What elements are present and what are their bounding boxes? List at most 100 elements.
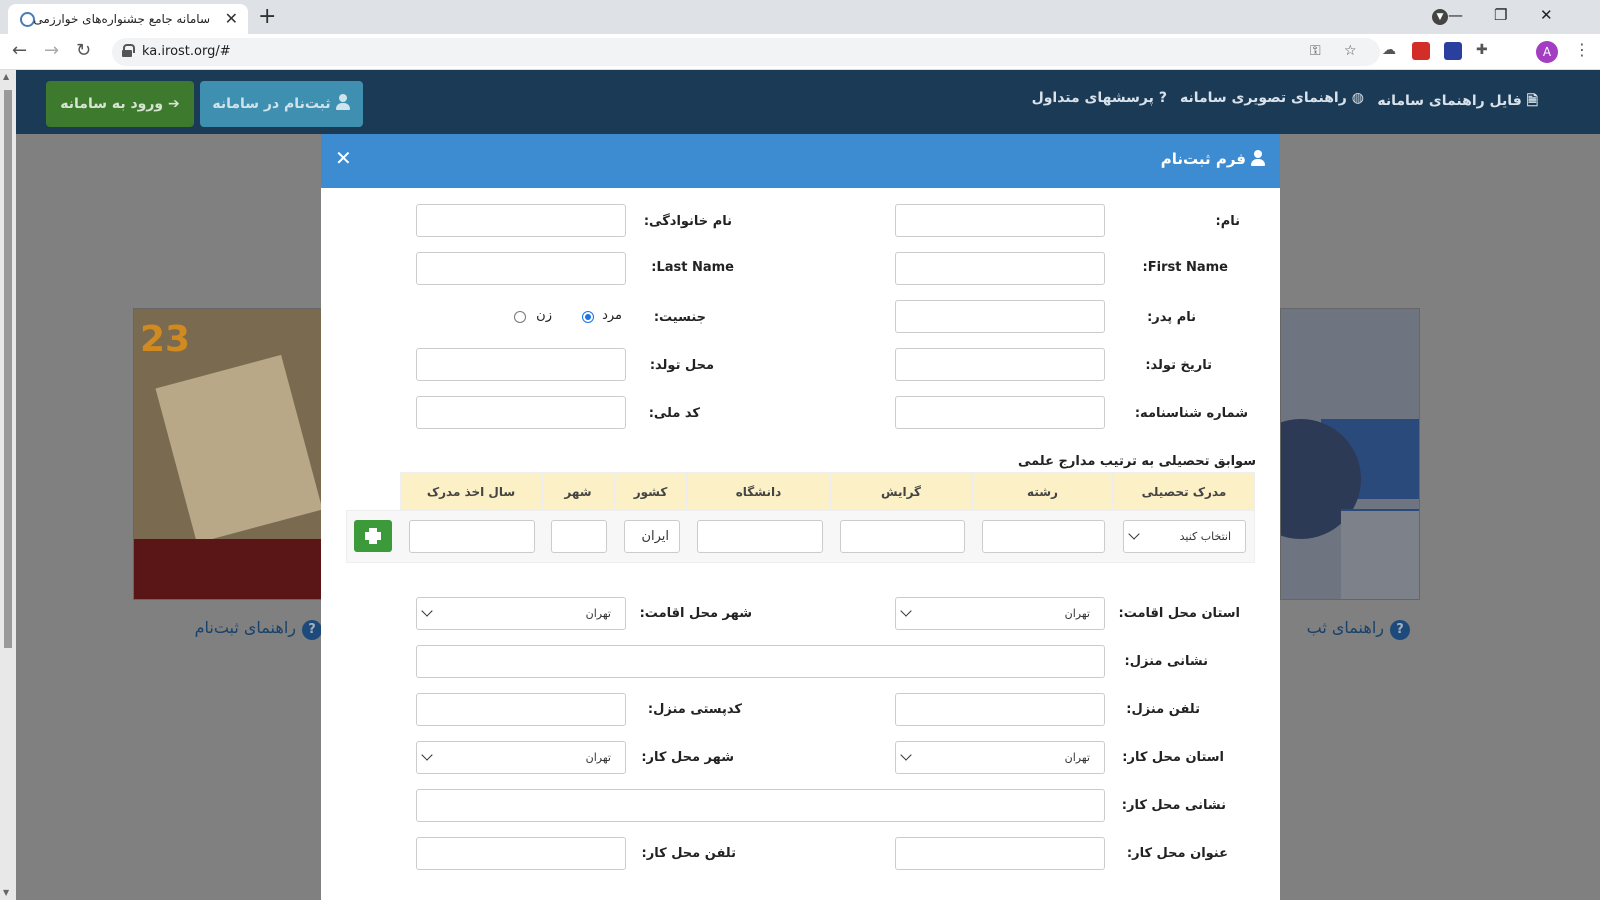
extension-cloud-icon[interactable]: ☁: [1382, 42, 1396, 58]
downloads-icon[interactable]: ▼: [1432, 9, 1448, 25]
work-city-value: تهران: [585, 751, 611, 764]
birth-date-input[interactable]: [895, 348, 1105, 381]
last-name-en-input[interactable]: [416, 252, 626, 285]
chevron-down-icon: [900, 605, 912, 617]
globe-icon: ◍: [1351, 90, 1364, 106]
gender-male-radio[interactable]: [582, 311, 594, 323]
chevron-down-icon: [421, 749, 433, 761]
column-header: سال اخذ مدرک: [400, 472, 542, 510]
column-header: گرایش: [830, 472, 972, 510]
scroll-down-icon[interactable]: ▼: [3, 888, 9, 897]
add-education-button[interactable]: [354, 520, 392, 552]
work-address-input[interactable]: [416, 789, 1105, 822]
tab-title: سامانه جامع جشنواره‌های خوارزمی: [33, 12, 210, 26]
poster-lower-panel: [1341, 509, 1419, 599]
browser-menu-icon[interactable]: ⋮: [1574, 40, 1590, 59]
residence-province-value: تهران: [1064, 607, 1090, 620]
work-province-select[interactable]: تهران: [895, 741, 1105, 774]
reload-icon[interactable]: ↻: [76, 40, 91, 61]
document-icon: 🗎: [1526, 93, 1538, 109]
residence-province-select[interactable]: تهران: [895, 597, 1105, 630]
registration-help-link-right[interactable]: ?راهنمای ثب: [1307, 618, 1410, 640]
work-province-label: استان محل کار:: [1122, 750, 1224, 765]
help-question-icon: ?: [1390, 620, 1410, 640]
university-input[interactable]: [697, 520, 823, 553]
gender-female-label[interactable]: زن: [536, 308, 552, 323]
first-name-fa-label: نام:: [1215, 214, 1241, 229]
education-section-title: سوابق تحصیلی به ترتیب مدارج علمی: [1017, 454, 1256, 469]
login-button[interactable]: ➔ ورود به سامانه: [46, 81, 194, 127]
residence-province-label: استان محل اقامت:: [1118, 606, 1240, 621]
bookmark-star-icon[interactable]: ☆: [1344, 43, 1357, 59]
degree-select[interactable]: انتخاب کنید: [1123, 520, 1246, 553]
profile-avatar[interactable]: A: [1536, 41, 1558, 63]
first-name-fa-input[interactable]: [895, 204, 1105, 237]
forward-icon[interactable]: →: [44, 40, 59, 61]
residence-city-select[interactable]: تهران: [416, 597, 626, 630]
id-number-input[interactable]: [895, 396, 1105, 429]
scrollbar-thumb[interactable]: [4, 90, 12, 648]
scroll-up-icon[interactable]: ▲: [3, 72, 9, 81]
help-question-icon: ?: [302, 620, 322, 640]
city-input[interactable]: [551, 520, 607, 553]
poster-stripe: [134, 539, 322, 599]
birth-place-label: محل تولد:: [649, 358, 714, 373]
vertical-scrollbar[interactable]: ▲ ▼: [0, 70, 16, 900]
registration-help-link[interactable]: ?راهنمای ثبت‌نام: [195, 618, 322, 640]
work-title-input[interactable]: [895, 837, 1105, 870]
gender-female-radio[interactable]: [514, 311, 526, 323]
pdf-extension-icon[interactable]: [1412, 42, 1430, 60]
close-icon[interactable]: ✕: [335, 146, 352, 170]
browser-tab[interactable]: سامانه جامع جشنواره‌های خوارزمی ✕: [8, 4, 248, 34]
sign-in-icon: ➔: [167, 96, 180, 112]
residence-city-value: تهران: [585, 607, 611, 620]
degree-select-value: انتخاب کنید: [1179, 530, 1231, 543]
work-city-select[interactable]: تهران: [416, 741, 626, 774]
puzzle-extensions-icon[interactable]: ✚: [1476, 42, 1488, 58]
url-text[interactable]: ka.irost.org/#: [142, 44, 231, 59]
festival-poster-right[interactable]: [1280, 308, 1420, 600]
home-address-input[interactable]: [416, 645, 1105, 678]
home-postal-input[interactable]: [416, 693, 626, 726]
key-icon[interactable]: ⚿: [1310, 43, 1321, 59]
window-close-icon[interactable]: ✕: [1540, 6, 1553, 24]
home-postal-label: کدپستی منزل:: [647, 702, 742, 717]
work-phone-label: تلفن محل کار:: [641, 846, 736, 861]
graduation-year-input[interactable]: [409, 520, 535, 553]
residence-city-label: شهر محل اقامت:: [639, 606, 752, 621]
close-tab-icon[interactable]: ✕: [225, 9, 238, 28]
last-name-fa-input[interactable]: [416, 204, 626, 237]
address-bar[interactable]: ka.irost.org/# ⚿ ☆: [112, 38, 1380, 66]
browser-toolbar: ← → ↻ ka.irost.org/# ⚿ ☆ ☁ ✚ A ⋮: [0, 34, 1600, 70]
work-phone-input[interactable]: [416, 837, 626, 870]
first-name-en-input[interactable]: [895, 252, 1105, 285]
nav-visual-guide[interactable]: ◍راهنمای تصویری سامانه: [1180, 90, 1364, 106]
browser-tabstrip: سامانه جامع جشنواره‌های خوارزمی ✕ + ▼ — …: [0, 0, 1600, 34]
register-button[interactable]: ثبت‌نام در سامانه: [200, 81, 363, 127]
back-icon[interactable]: ←: [12, 40, 27, 61]
gender-male-label[interactable]: مرد: [602, 308, 622, 323]
last-name-en-label: Last Name:: [651, 260, 734, 275]
user-icon: [335, 94, 351, 110]
country-input-value: ایران: [641, 529, 669, 544]
extension-badge-icon[interactable]: [1444, 42, 1462, 60]
modal-title: فرم ثبت‌نام: [1161, 150, 1266, 168]
poster-paper-graphic: [155, 354, 322, 544]
minimize-icon[interactable]: —: [1448, 6, 1463, 24]
nav-faq[interactable]: ?پرسشهای متداول: [1032, 90, 1167, 106]
country-input[interactable]: ایران: [624, 520, 680, 553]
birth-place-input[interactable]: [416, 348, 626, 381]
father-name-input[interactable]: [895, 300, 1105, 333]
specialization-input[interactable]: [840, 520, 965, 553]
page-viewport: ▲ ▼ 🗎فایل راهنمای سامانه ◍راهنمای تصویری…: [0, 70, 1600, 900]
chevron-down-icon: [900, 749, 912, 761]
new-tab-icon[interactable]: +: [258, 4, 276, 29]
restore-icon[interactable]: ❐: [1494, 6, 1507, 24]
field-of-study-input[interactable]: [982, 520, 1105, 553]
festival-poster-left[interactable]: 23: [133, 308, 323, 600]
nav-system-guide-file[interactable]: 🗎فایل راهنمای سامانه: [1377, 90, 1538, 114]
national-code-input[interactable]: [416, 396, 626, 429]
lock-icon[interactable]: [122, 44, 135, 57]
home-phone-input[interactable]: [895, 693, 1105, 726]
poster-number: 23: [140, 319, 191, 360]
